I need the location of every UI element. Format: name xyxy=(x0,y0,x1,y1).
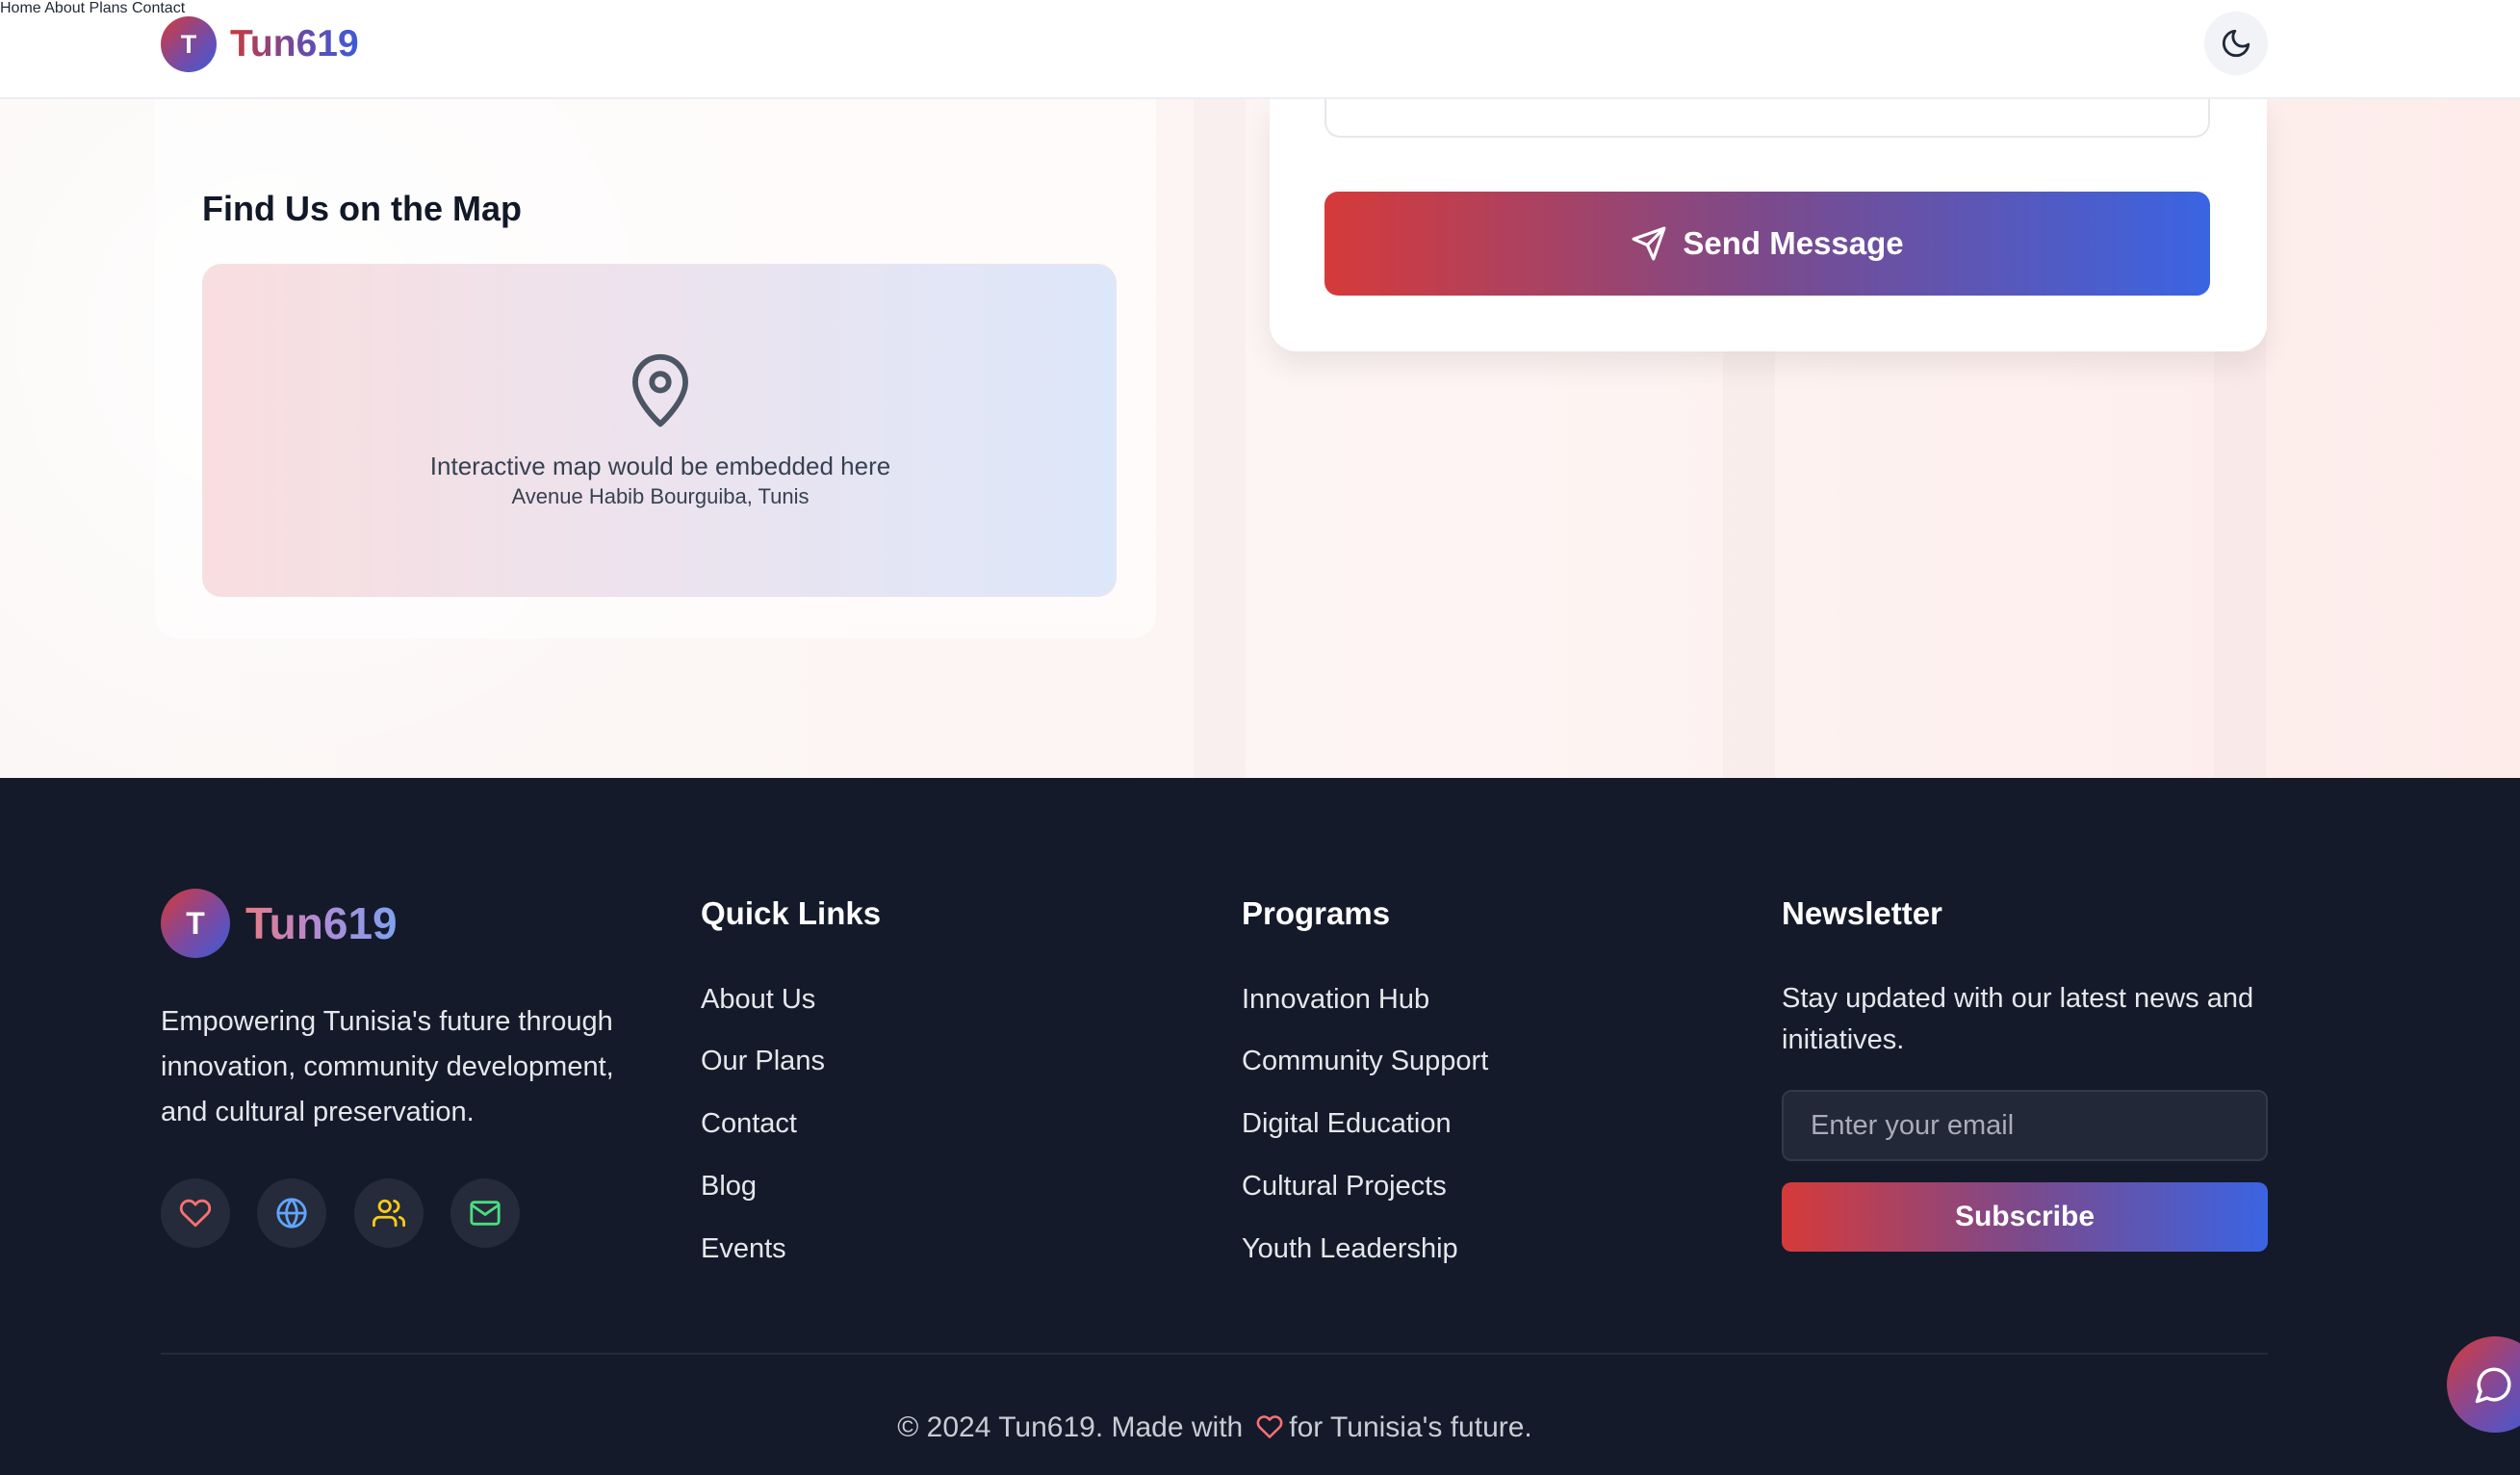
footer-divider xyxy=(161,1353,2268,1355)
send-message-label: Send Message xyxy=(1683,225,1904,261)
footer-link-events[interactable]: Events xyxy=(701,1233,786,1265)
newsletter-email-input[interactable] xyxy=(1782,1090,2268,1161)
copyright-text-end: for Tunisia's future. xyxy=(1289,1411,1532,1443)
program-link-youth-leadership[interactable]: Youth Leadership xyxy=(1242,1233,1458,1265)
site-header: T Tun619 Home About Plans Contact xyxy=(0,0,2520,99)
map-pin-icon xyxy=(632,353,688,427)
users-icon xyxy=(373,1199,405,1228)
footer-link-about-us[interactable]: About Us xyxy=(701,984,815,1016)
program-link-cultural-projects[interactable]: Cultural Projects xyxy=(1242,1171,1447,1203)
footer-link-our-plans[interactable]: Our Plans xyxy=(701,1046,825,1077)
header-logo[interactable]: T Tun619 xyxy=(161,16,359,72)
map-placeholder-text: Interactive map would be embedded here xyxy=(429,452,891,480)
theme-toggle-button[interactable] xyxy=(2204,12,2268,75)
program-link-community-support[interactable]: Community Support xyxy=(1242,1046,1488,1077)
footer-brand-name: Tun619 xyxy=(245,898,398,948)
social-mail-button[interactable] xyxy=(450,1178,520,1248)
copyright-text-start: © 2024 Tun619. Made with xyxy=(897,1411,1244,1443)
footer-link-blog[interactable]: Blog xyxy=(701,1171,757,1203)
program-link-innovation-hub[interactable]: Innovation Hub xyxy=(1242,984,1429,1016)
site-footer: T Tun619 Empowering Tunisia's future thr… xyxy=(0,778,2520,1475)
subscribe-button[interactable]: Subscribe xyxy=(1782,1182,2268,1252)
footer-description: Empowering Tunisia's future through inno… xyxy=(161,1006,614,1127)
newsletter-description: Stay updated with our latest news and in… xyxy=(1782,983,2254,1055)
nav-plans-link[interactable]: Plans xyxy=(90,0,128,16)
mail-icon xyxy=(470,1201,501,1226)
paper-plane-icon xyxy=(1632,226,1666,261)
heart-icon xyxy=(179,1199,212,1228)
programs-title: Programs xyxy=(1242,895,1391,931)
footer-logo[interactable]: T Tun619 xyxy=(161,889,398,958)
chat-bubble-icon xyxy=(2475,1367,2511,1404)
footer-logo-badge: T xyxy=(161,889,230,958)
brand-name: Tun619 xyxy=(230,23,359,65)
globe-icon xyxy=(276,1198,307,1229)
background-pattern xyxy=(1194,99,1246,778)
map-heading: Find Us on the Map xyxy=(202,189,522,228)
nav-home-link[interactable]: Home xyxy=(0,0,41,16)
program-link-digital-education[interactable]: Digital Education xyxy=(1242,1108,1452,1140)
quick-links-title: Quick Links xyxy=(701,895,882,931)
logo-badge: T xyxy=(161,16,217,72)
nav-contact-link[interactable]: Contact xyxy=(132,0,185,16)
moon-icon xyxy=(2222,29,2250,58)
contact-form-card: Send Message xyxy=(1270,80,2267,351)
copyright: © 2024 Tun619. Made with for Tunisia's fu… xyxy=(0,1411,2430,1448)
footer-link-contact[interactable]: Contact xyxy=(701,1108,797,1140)
social-globe-button[interactable] xyxy=(257,1178,326,1248)
social-heart-button[interactable] xyxy=(161,1178,230,1248)
social-users-button[interactable] xyxy=(354,1178,424,1248)
send-message-button[interactable]: Send Message xyxy=(1324,192,2210,296)
map-placeholder[interactable]: Interactive map would be embedded here A… xyxy=(202,264,1117,597)
nav-about-link[interactable]: About xyxy=(44,0,85,16)
newsletter-title: Newsletter xyxy=(1782,895,1942,931)
heart-icon xyxy=(1256,1413,1283,1448)
map-address: Avenue Habib Bourguiba, Tunis xyxy=(511,484,810,508)
